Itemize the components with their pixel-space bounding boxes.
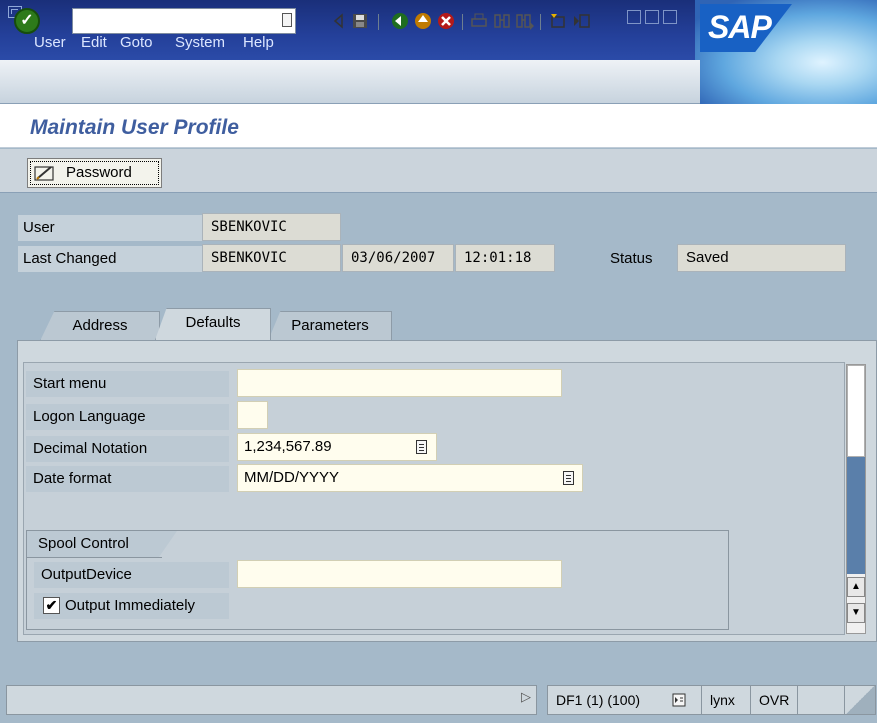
status-message-area [6,685,537,715]
tab-parameters[interactable]: Parameters [268,311,392,341]
change-password-icon [34,166,54,181]
decimal-notation-select[interactable]: 1,234,567.89 [237,433,437,461]
command-field[interactable] [72,8,296,34]
date-format-help-icon[interactable] [563,471,574,485]
status-label: Status [610,250,653,267]
server-info: lynx [701,685,751,715]
minimize-icon[interactable] [627,10,641,24]
find-icon[interactable] [493,12,511,30]
output-immediately-label: Output Immediately [65,597,196,614]
tab-address[interactable]: Address [40,311,160,341]
scrollbar-track[interactable] [847,457,865,574]
new-session-icon[interactable] [549,12,567,30]
collapse-icon[interactable] [330,12,348,30]
scroll-up-icon[interactable]: ▲ [847,577,865,597]
last-changed-time-field: 12:01:18 [455,244,555,272]
close-icon[interactable] [663,10,677,24]
decimal-notation-label: Decimal Notation [26,436,229,462]
start-menu-label: Start menu [26,371,229,397]
system-info-dropdown-icon[interactable] [672,693,686,707]
date-format-label: Date format [26,466,229,492]
page-title: Maintain User Profile [30,116,239,139]
enter-button[interactable]: ✓ [14,8,40,34]
menu-system[interactable]: System [175,34,225,51]
menu-goto[interactable]: Goto [120,34,153,51]
exit-icon[interactable] [414,12,432,30]
find-next-icon[interactable] [516,12,534,30]
start-menu-input[interactable] [237,369,562,397]
user-label: User [23,219,55,236]
system-info-text: DF1 (1) (100) [556,692,641,708]
command-help-icon[interactable] [282,13,292,27]
user-field: SBENKOVIC [202,213,341,241]
print-icon[interactable] [470,12,488,30]
sap-logo-text: SAP [708,9,772,45]
back-icon[interactable] [391,12,409,30]
last-changed-user-field: SBENKOVIC [202,244,341,272]
last-changed-date-field: 03/06/2007 [342,244,454,272]
generate-shortcut-icon[interactable] [572,12,590,30]
group-divider [27,557,162,558]
logon-language-input[interactable] [237,401,268,429]
resize-grip[interactable] [844,685,876,715]
toolbar-separator [540,14,541,30]
last-changed-label: Last Changed [23,250,117,267]
decimal-notation-help-icon[interactable] [416,440,427,454]
save-icon[interactable] [351,12,369,30]
output-device-label: OutputDevice [34,562,229,588]
status-expand-icon[interactable]: ▷ [521,689,531,705]
status-field: Saved [677,244,846,272]
logon-language-label: Logon Language [26,404,229,430]
scrollbar-thumb[interactable] [847,365,865,457]
menu-edit[interactable]: Edit [81,34,107,51]
cancel-icon[interactable] [437,12,455,30]
maximize-icon[interactable] [645,10,659,24]
menu-help[interactable]: Help [243,34,274,51]
scroll-down-icon[interactable]: ▼ [847,603,865,623]
status-empty-segment [797,685,845,715]
menu-user[interactable]: User [34,34,66,51]
output-immediately-checkbox[interactable]: ✔ [43,597,60,614]
insert-mode[interactable]: OVR [750,685,798,715]
spool-control-title: Spool Control [27,531,177,557]
date-format-select[interactable]: MM/DD/YYYY [237,464,583,492]
toolbar-separator [378,14,379,30]
output-device-input[interactable] [237,560,562,588]
tab-defaults[interactable]: Defaults [155,308,271,340]
standard-toolbar [0,60,700,104]
toolbar-separator [462,14,463,30]
